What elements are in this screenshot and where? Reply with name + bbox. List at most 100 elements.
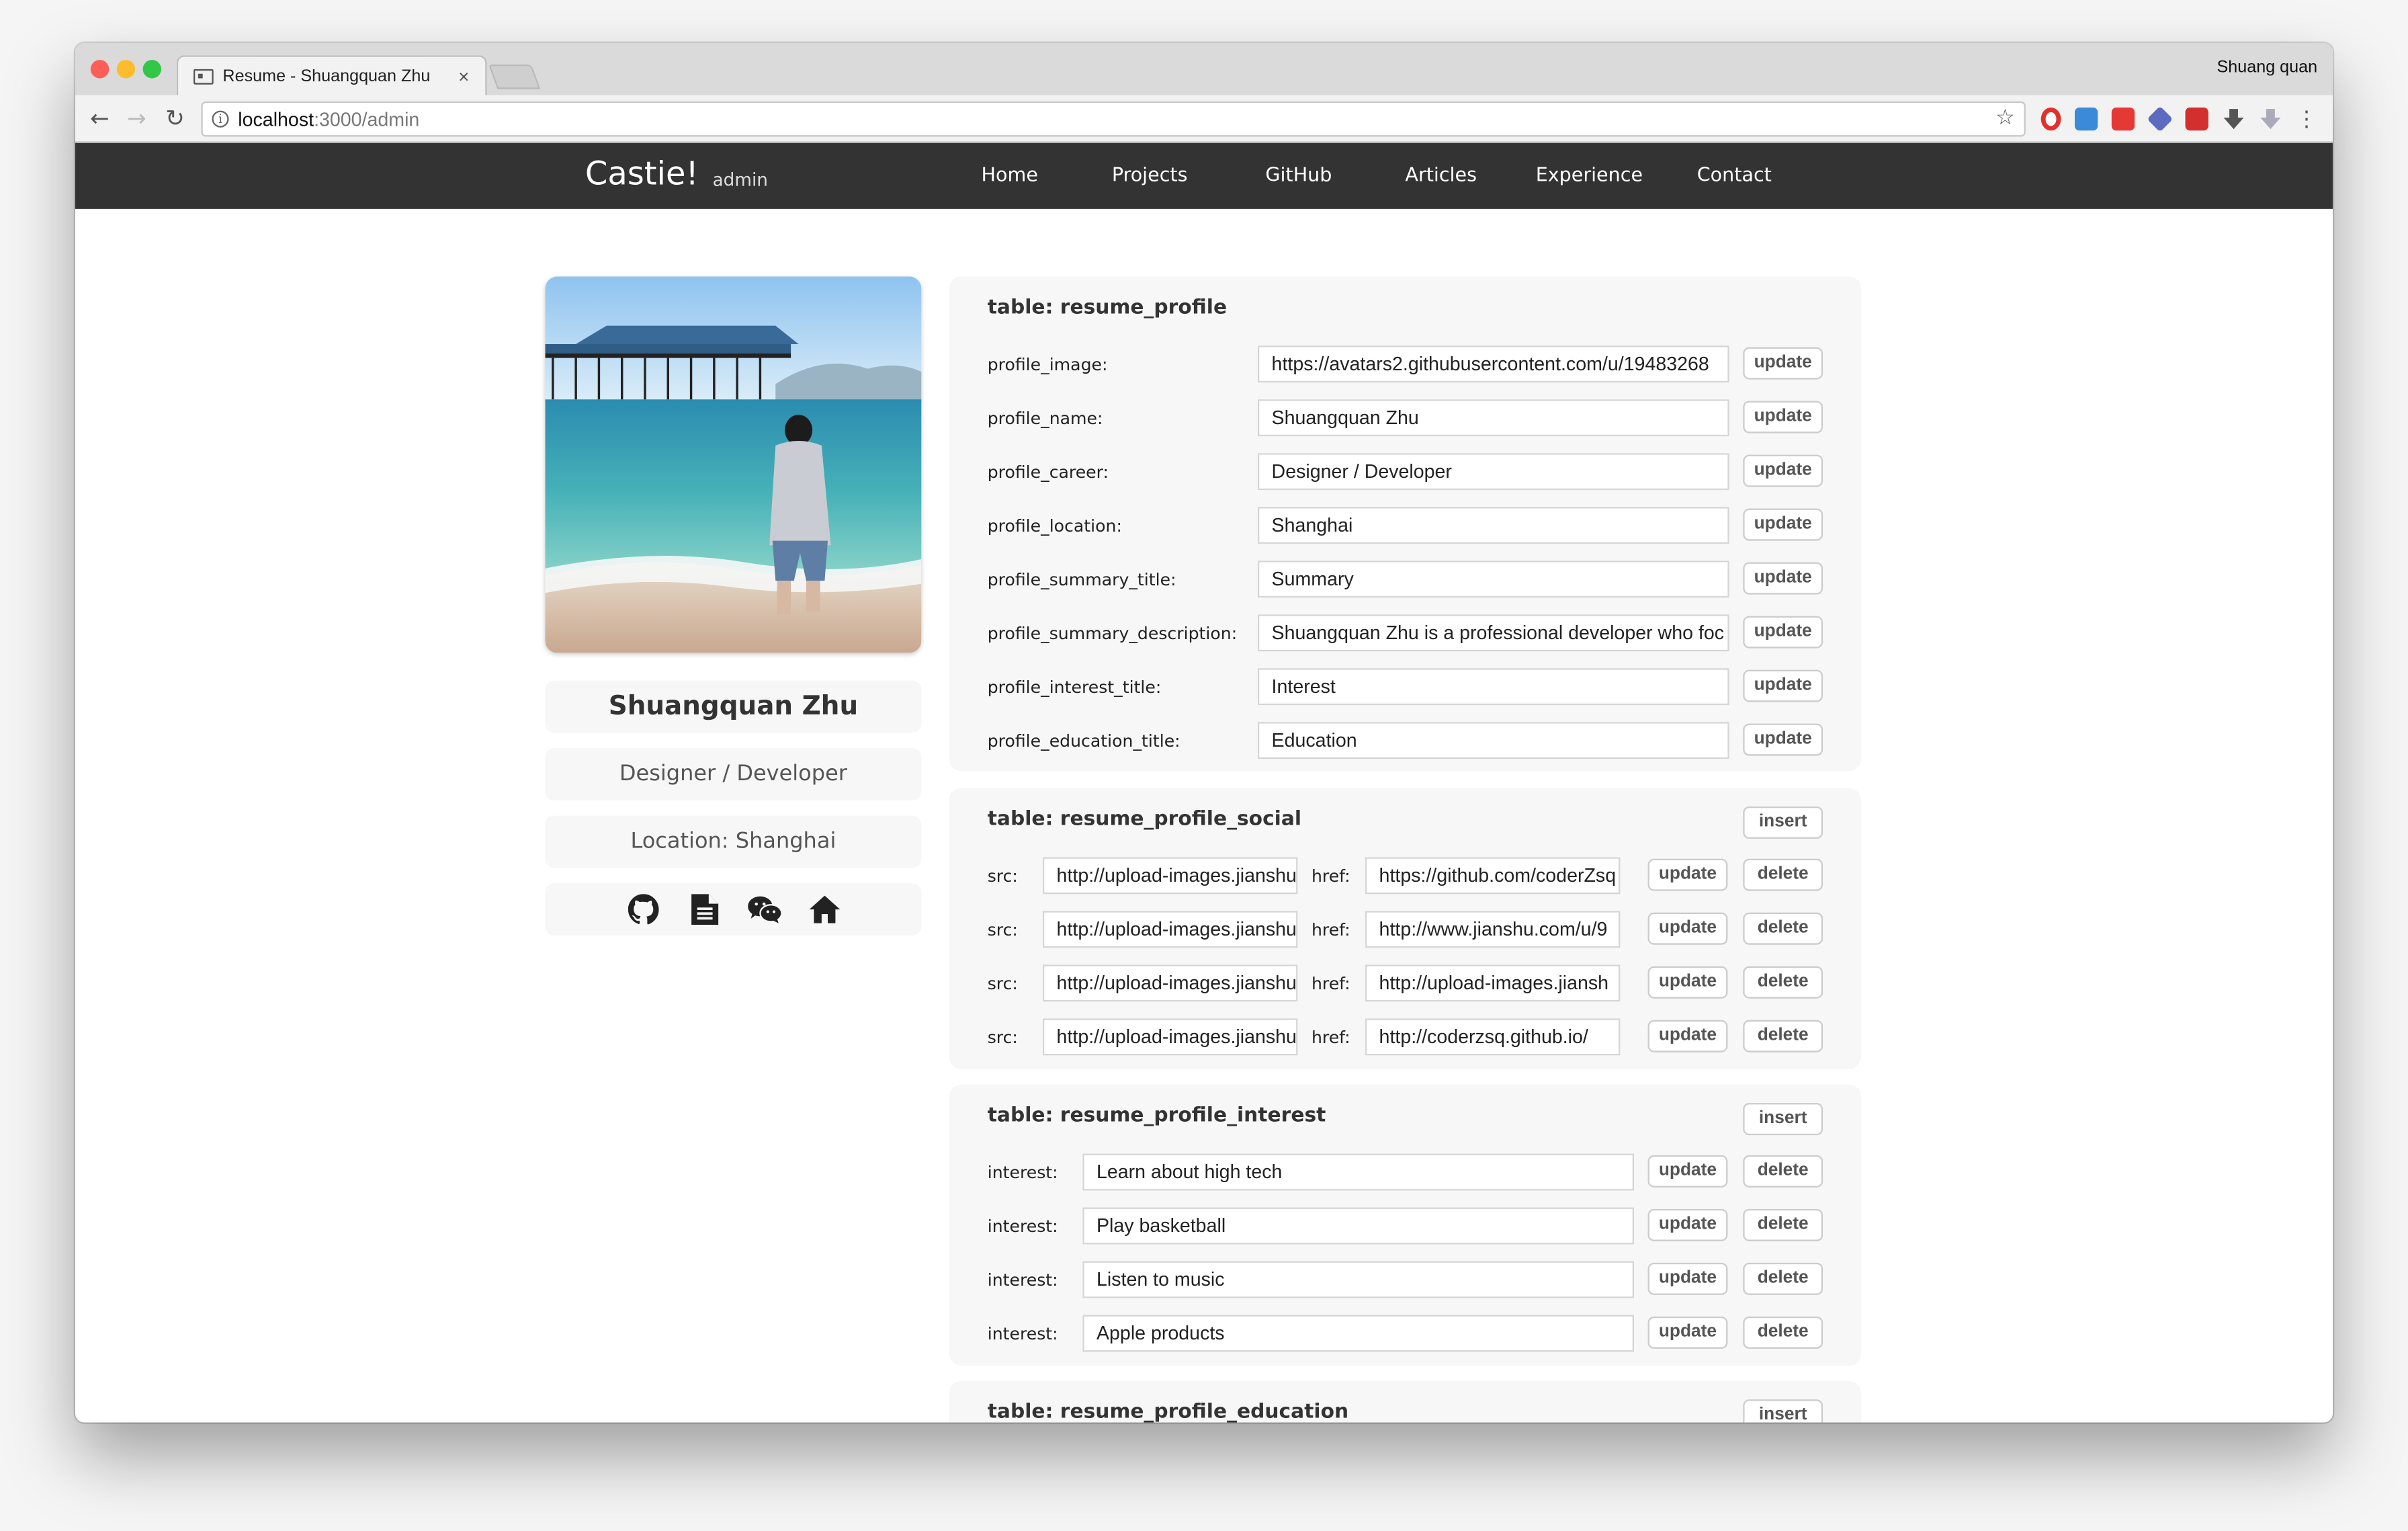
red-extension-icon[interactable] <box>2185 107 2208 131</box>
update-button[interactable]: update <box>1647 858 1728 891</box>
src-input[interactable]: http://upload-images.jianshu <box>1042 1018 1298 1056</box>
download-alt-icon[interactable] <box>2259 108 2282 130</box>
update-button[interactable]: update <box>1647 1155 1728 1188</box>
document-icon[interactable] <box>691 894 719 925</box>
update-button[interactable]: update <box>1743 669 1823 702</box>
interest-input[interactable]: Listen to music <box>1082 1261 1634 1298</box>
interest-input[interactable]: Play basketball <box>1082 1207 1634 1245</box>
profile-field-input[interactable]: Shanghai <box>1257 507 1729 544</box>
profile-field-label: profile_summary_description: <box>987 623 1238 644</box>
href-input[interactable]: http://upload-images.jiansh <box>1365 964 1621 1002</box>
profile-career: Designer / Developer <box>545 748 922 800</box>
brand-subtitle: admin <box>712 169 768 191</box>
update-button[interactable]: update <box>1647 1208 1728 1241</box>
insert-social-button[interactable]: insert <box>1743 806 1823 839</box>
resume-profile-education-title: table: resume_profile_education <box>987 1401 1349 1423</box>
hex-extension-icon[interactable] <box>2147 106 2174 132</box>
delete-button[interactable]: delete <box>1743 1208 1823 1241</box>
new-tab-button[interactable] <box>488 64 541 89</box>
tab-close-icon[interactable]: × <box>452 65 476 87</box>
profile-field-input[interactable]: Shuangquan Zhu is a professional develop… <box>1257 614 1729 652</box>
href-label: href: <box>1311 1028 1350 1048</box>
info-icon[interactable]: i <box>212 110 229 128</box>
src-input[interactable]: http://upload-images.jianshu <box>1042 964 1298 1002</box>
delete-button[interactable]: delete <box>1743 1316 1823 1349</box>
nav-articles[interactable]: Articles <box>1405 163 1477 185</box>
nav-github[interactable]: GitHub <box>1265 163 1332 185</box>
s-extension-icon[interactable] <box>2074 107 2098 131</box>
update-button[interactable]: update <box>1647 1316 1728 1349</box>
update-button[interactable]: update <box>1743 562 1823 595</box>
delete-button[interactable]: delete <box>1743 912 1823 945</box>
update-button[interactable]: update <box>1743 723 1823 756</box>
profile-field-input[interactable]: https://avatars2.githubusercontent.com/u… <box>1257 345 1729 383</box>
profile-location: Location: Shanghai <box>545 815 922 868</box>
profile-field-input[interactable]: Summary <box>1257 561 1729 598</box>
resume-profile-social-panel: table: resume_profile_social insert src:… <box>949 788 1862 1069</box>
address-bar[interactable]: i localhost:3000/admin ☆ <box>201 101 2026 137</box>
menu-kebab-icon[interactable]: ⋮ <box>2296 108 2317 130</box>
fe-extension-icon[interactable] <box>2111 107 2135 131</box>
minimize-window-button[interactable] <box>116 60 136 79</box>
wechat-icon[interactable] <box>748 896 782 923</box>
href-input[interactable]: http://www.jianshu.com/u/9 <box>1365 911 1621 948</box>
bookmark-star-icon[interactable]: ☆ <box>1995 104 2015 130</box>
delete-button[interactable]: delete <box>1743 1155 1823 1188</box>
interest-input[interactable]: Learn about high tech <box>1082 1153 1634 1191</box>
download-icon[interactable] <box>2222 108 2245 130</box>
profile-user-name[interactable]: Shuang quan <box>2217 58 2318 77</box>
href-input[interactable]: https://github.com/coderZsq <box>1365 857 1621 895</box>
delete-button[interactable]: delete <box>1743 966 1823 999</box>
update-button[interactable]: update <box>1647 1020 1728 1052</box>
nav-contact[interactable]: Contact <box>1697 163 1772 185</box>
profile-field-label: profile_career: <box>987 462 1109 483</box>
tab-title: Resume - Shuangquan Zhu <box>222 67 431 85</box>
interest-label: interest: <box>987 1163 1058 1183</box>
brand-logo[interactable]: Castie! <box>585 155 699 192</box>
nav-home[interactable]: Home <box>982 163 1038 185</box>
href-input[interactable]: http://coderzsq.github.io/ <box>1365 1018 1621 1056</box>
update-button[interactable]: update <box>1647 966 1728 999</box>
zoom-window-button[interactable] <box>142 60 161 79</box>
forward-arrow-icon[interactable]: → <box>122 103 153 134</box>
reload-icon[interactable]: ↻ <box>160 103 191 134</box>
delete-button[interactable]: delete <box>1743 858 1823 891</box>
profile-field-input[interactable]: Shuangquan Zhu <box>1257 399 1729 437</box>
delete-button[interactable]: delete <box>1743 1020 1823 1052</box>
back-arrow-icon[interactable]: ← <box>85 103 116 134</box>
update-button[interactable]: update <box>1743 616 1823 649</box>
insert-education-button[interactable]: insert <box>1743 1399 1823 1423</box>
nav-experience[interactable]: Experience <box>1536 163 1643 185</box>
update-button[interactable]: update <box>1647 1262 1728 1295</box>
close-window-button[interactable] <box>90 60 110 79</box>
update-button[interactable]: update <box>1743 454 1823 487</box>
update-button[interactable]: update <box>1743 508 1823 541</box>
home-icon[interactable] <box>809 895 841 923</box>
src-input[interactable]: http://upload-images.jianshu <box>1042 857 1298 895</box>
site-navbar: Castie! admin Home Projects GitHub Artic… <box>75 142 2333 209</box>
profile-field-input[interactable]: Education <box>1257 722 1729 759</box>
delete-button[interactable]: delete <box>1743 1262 1823 1295</box>
url-path: :3000/admin <box>314 108 420 130</box>
src-label: src: <box>987 866 1018 886</box>
browser-tab[interactable]: Resume - Shuangquan Zhu × <box>176 55 487 95</box>
profile-field-input[interactable]: Interest <box>1257 668 1729 706</box>
update-button[interactable]: update <box>1647 912 1728 945</box>
update-button[interactable]: update <box>1743 401 1823 433</box>
profile-photo <box>545 276 922 653</box>
resume-profile-education-panel: table: resume_profile_education insert <box>949 1380 1862 1423</box>
href-label: href: <box>1311 974 1350 994</box>
interest-input[interactable]: Apple products <box>1082 1315 1634 1352</box>
update-button[interactable]: update <box>1743 347 1823 380</box>
src-input[interactable]: http://upload-images.jianshu <box>1042 911 1298 948</box>
href-label: href: <box>1311 920 1350 940</box>
insert-interest-button[interactable]: insert <box>1743 1103 1823 1136</box>
opera-extension-icon[interactable] <box>2040 107 2061 131</box>
nav-projects[interactable]: Projects <box>1112 163 1188 185</box>
resume-profile-title: table: resume_profile <box>987 296 1228 320</box>
github-icon[interactable] <box>628 894 659 925</box>
url-host: localhost <box>238 108 314 130</box>
profile-field-input[interactable]: Designer / Developer <box>1257 453 1729 491</box>
profile-social-links <box>545 883 922 936</box>
src-label: src: <box>987 920 1018 940</box>
